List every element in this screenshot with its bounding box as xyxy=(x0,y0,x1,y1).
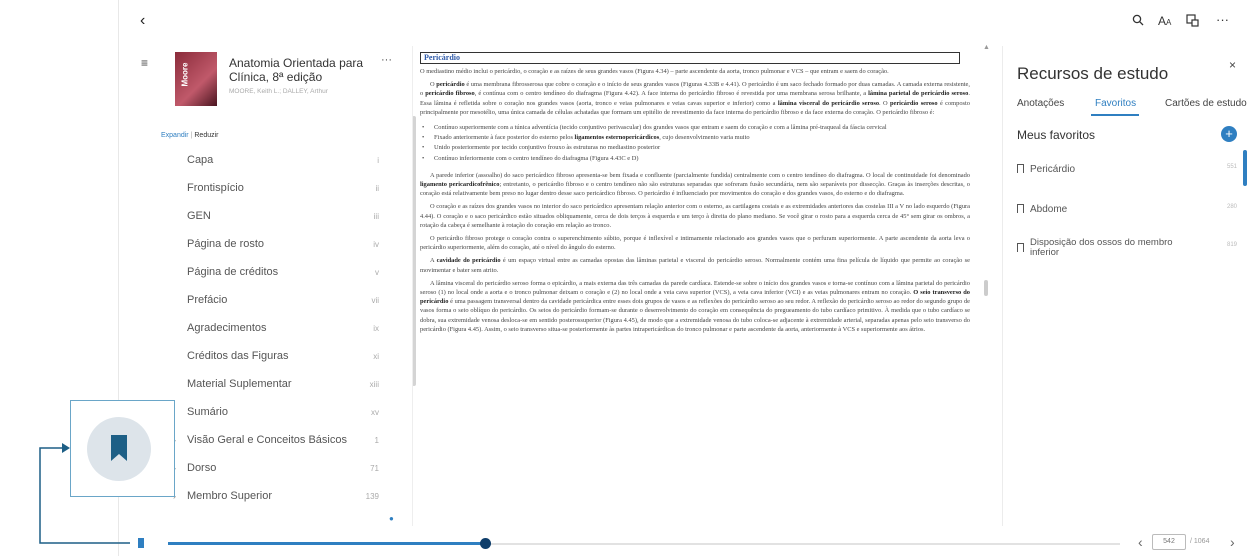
bookmark-circle[interactable] xyxy=(87,417,151,481)
add-favorite-button[interactable]: + xyxy=(1221,126,1237,142)
paragraph: A cavidade do pericárdio é um espaço vir… xyxy=(420,257,970,274)
favorite-item[interactable]: Disposição dos ossos do membro inferior … xyxy=(1017,238,1237,258)
paragraph: A parede inferior (assoalho) do saco per… xyxy=(420,171,970,198)
section-title: Meus favoritos xyxy=(1017,128,1096,142)
toc-item[interactable]: Capa i xyxy=(187,149,387,171)
toc-item[interactable]: GEN iii xyxy=(187,205,387,227)
panel-scrollbar[interactable] xyxy=(1243,150,1247,186)
divider xyxy=(412,46,413,526)
paragraph: O coração e as raízes dos grandes vasos … xyxy=(420,203,970,229)
book-more-button[interactable]: ··· xyxy=(381,54,392,66)
display-settings-icon[interactable] xyxy=(1186,14,1199,30)
paragraph: O pericárdio fibroso protege o coração c… xyxy=(420,235,970,252)
font-size-icon[interactable]: AA xyxy=(1158,14,1171,28)
progress-handle[interactable] xyxy=(480,538,491,549)
tab-flashcards[interactable]: Cartões de estudo xyxy=(1165,98,1247,109)
page-total: / 1064 xyxy=(1190,538,1210,545)
more-icon[interactable]: ··· xyxy=(1216,12,1229,27)
bookmark-icon xyxy=(1017,164,1024,173)
paragraph: A lâmina visceral do pericárdio seroso f… xyxy=(420,279,970,333)
book-author: MOORE, Keith L.; DALLEY, Arthur xyxy=(229,88,328,95)
list-item: Unido posteriormente por tecido conjunti… xyxy=(420,143,970,152)
toc-item[interactable]: Página de rosto iv xyxy=(187,233,387,255)
toc-item[interactable]: Material Suplementar xiii xyxy=(187,373,387,395)
bookmark-callout xyxy=(70,400,175,497)
toc-item[interactable]: Créditos das Figuras xi xyxy=(187,345,387,367)
favorite-item[interactable]: Pericárdio 551 xyxy=(1017,164,1237,175)
previous-page-icon[interactable]: ‹ xyxy=(1138,534,1143,550)
toc-item[interactable]: Frontispício ii xyxy=(187,177,387,199)
top-toolbar: ‹ AA ··· xyxy=(118,0,1248,46)
search-icon[interactable] xyxy=(1132,14,1144,29)
book-title: Anatomia Orientada para Clínica, 8ª ediç… xyxy=(229,56,364,84)
toc-item[interactable]: Sumário xv xyxy=(187,401,387,423)
section-heading: Pericárdio xyxy=(420,52,960,64)
scroll-up-arrow-icon[interactable]: ▲ xyxy=(983,44,990,51)
study-resources-panel: Recursos de estudo × Anotações Favoritos… xyxy=(1002,46,1248,526)
bottom-navigation-bar: ‹ 542 / 1064 › xyxy=(118,528,1248,556)
toc-item[interactable]: Página de créditos v xyxy=(187,261,387,283)
next-page-icon[interactable]: › xyxy=(1230,534,1235,550)
list-item: Contínuo superiormente com a túnica adve… xyxy=(420,123,970,132)
toc-item[interactable]: ›Visão Geral e Conceitos Básicos1 xyxy=(173,429,387,451)
bookmark-icon xyxy=(1017,204,1024,213)
bookmark-icon xyxy=(1017,243,1024,252)
progress-fill xyxy=(168,542,488,545)
toc-item[interactable]: Prefácio vii xyxy=(187,289,387,311)
tab-favorites[interactable]: Favoritos xyxy=(1095,98,1136,109)
favorite-item[interactable]: Abdome 280 xyxy=(1017,204,1237,215)
tab-active-underline xyxy=(1091,114,1139,116)
page-number-input[interactable]: 542 xyxy=(1152,534,1186,550)
list-item: Fixado anteriormente à face posterior do… xyxy=(420,133,970,142)
panel-title: Recursos de estudo xyxy=(1017,64,1169,83)
document-scrollbar[interactable] xyxy=(984,280,988,296)
bullet-list: Contínuo superiormente com a túnica adve… xyxy=(420,123,970,163)
list-item: Contínuo inferiormente com o centro tend… xyxy=(420,154,970,163)
bookmark-icon xyxy=(111,435,127,461)
paragraph: O mediastino médio inclui o pericárdio, … xyxy=(420,68,889,75)
document-page: Pericárdio O mediastino médio inclui o p… xyxy=(420,52,970,522)
toc-item[interactable]: Agradecimentos ix xyxy=(187,317,387,339)
toc-item[interactable]: ›Dorso71 xyxy=(173,457,387,479)
paragraph: O pericárdio é uma membrana fibrosserosa… xyxy=(420,81,970,116)
tab-annotations[interactable]: Anotações xyxy=(1017,98,1064,109)
close-icon[interactable]: × xyxy=(1229,58,1236,72)
sidebar-pager-dots: ● xyxy=(389,514,394,523)
toc-item[interactable]: ›Membro Superior139 xyxy=(173,485,387,507)
